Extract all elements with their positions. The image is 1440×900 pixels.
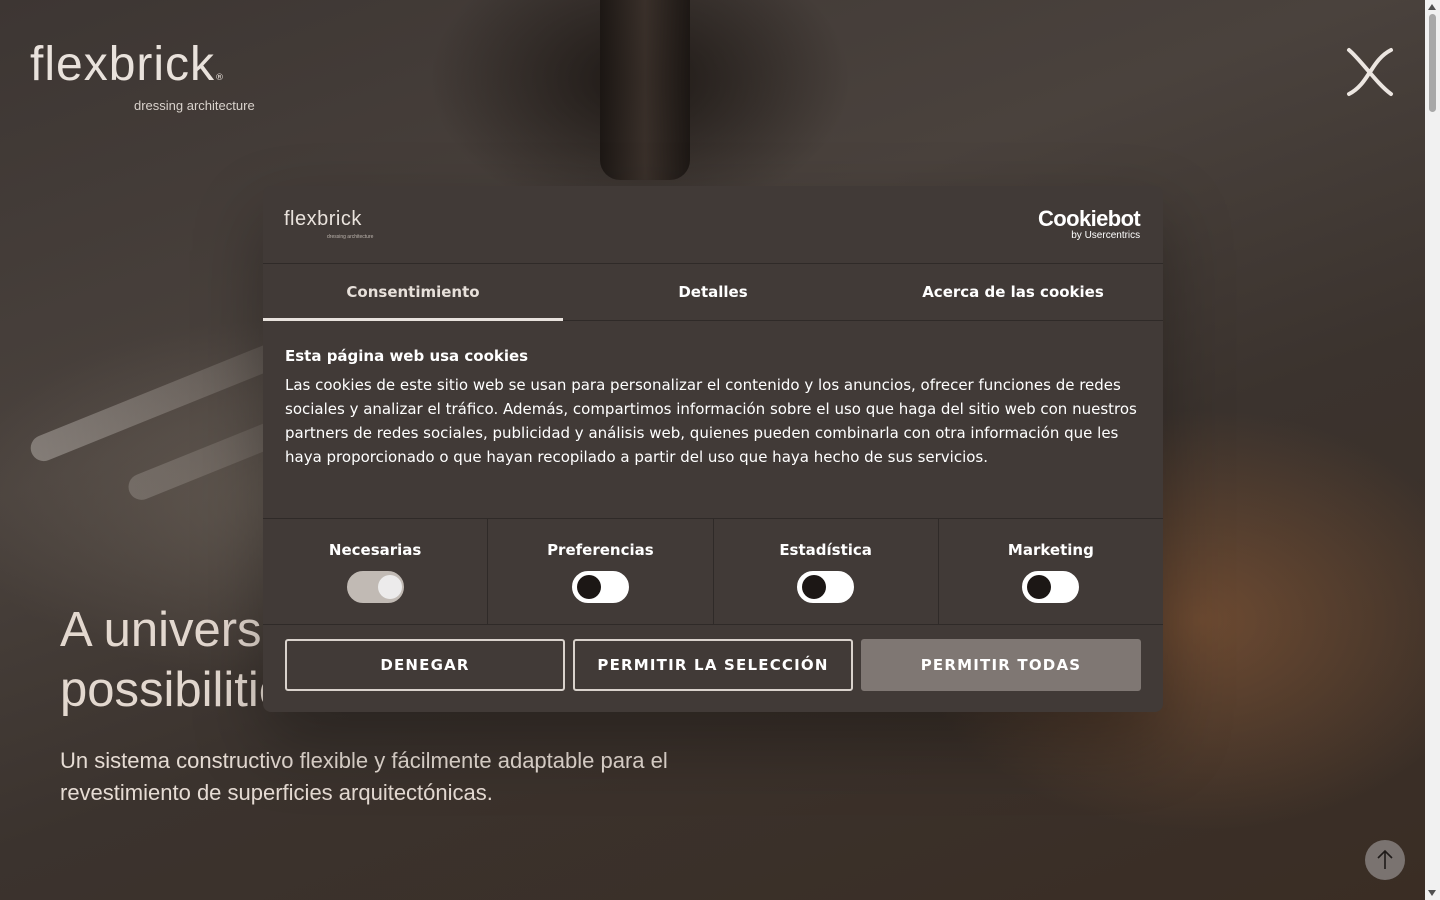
dialog-logo-tagline: dressing architecture bbox=[327, 234, 374, 240]
category-label: Necesarias bbox=[328, 541, 422, 559]
toggle-preferencias[interactable] bbox=[571, 571, 629, 603]
category-preferencias: Preferencias bbox=[488, 519, 714, 624]
allow-selection-button[interactable]: PERMITIR LA SELECCIÓN bbox=[573, 639, 853, 691]
deny-button[interactable]: DENEGAR bbox=[285, 639, 565, 691]
menu-button[interactable] bbox=[1343, 46, 1397, 98]
cookie-category-toggles: Necesarias Preferencias Estadística Mark… bbox=[263, 518, 1163, 625]
toggle-necesarias[interactable] bbox=[346, 571, 404, 603]
arrow-up-icon bbox=[1377, 849, 1393, 869]
dialog-tabs: Consentimiento Detalles Acerca de las co… bbox=[263, 264, 1163, 321]
scrollbar-thumb[interactable] bbox=[1429, 14, 1436, 112]
category-label: Preferencias bbox=[547, 541, 654, 559]
registered-mark: ® bbox=[215, 73, 225, 83]
consent-heading: Esta página web usa cookies bbox=[285, 347, 529, 365]
cookiebot-wordmark: Cookiebot bbox=[1038, 206, 1141, 231]
category-marketing: Marketing bbox=[939, 519, 1163, 624]
toggle-knob bbox=[1027, 575, 1052, 599]
site-logo-tagline: dressing architecture bbox=[134, 98, 255, 113]
toggle-knob bbox=[377, 575, 402, 599]
category-label: Marketing bbox=[1007, 541, 1094, 559]
hero-subtitle: Un sistema constructivo flexible y fácil… bbox=[60, 748, 668, 805]
cookie-consent-dialog: flexbrick dressing architecture Cookiebo… bbox=[263, 186, 1163, 712]
consent-buttons: DENEGAR PERMITIR LA SELECCIÓN PERMITIR T… bbox=[285, 639, 1141, 691]
scroll-to-top-button[interactable] bbox=[1365, 840, 1405, 880]
category-label: Estadística bbox=[779, 541, 872, 559]
site-logo[interactable]: flexbrick® dressing architecture bbox=[30, 38, 255, 114]
scrollbar-down-arrow-icon[interactable] bbox=[1428, 890, 1436, 896]
hero-photo-pencil bbox=[600, 0, 690, 180]
scrollbar-up-arrow-icon[interactable] bbox=[1428, 4, 1436, 10]
dialog-logo-wordmark: flexbrick bbox=[284, 208, 362, 230]
close-x-icon bbox=[1347, 48, 1393, 96]
toggle-knob bbox=[802, 575, 827, 599]
page-scrollbar[interactable] bbox=[1425, 0, 1440, 900]
tab-consentimiento[interactable]: Consentimiento bbox=[263, 264, 563, 321]
toggle-estadistica[interactable] bbox=[797, 571, 855, 603]
dialog-header: flexbrick dressing architecture Cookiebo… bbox=[263, 186, 1163, 264]
tab-detalles[interactable]: Detalles bbox=[563, 264, 863, 320]
cookiebot-logo[interactable]: Cookiebot by Usercentrics bbox=[1038, 206, 1141, 242]
cookiebot-byline: by Usercentrics bbox=[1071, 230, 1141, 241]
allow-all-button[interactable]: PERMITIR TODAS bbox=[861, 639, 1141, 691]
category-necesarias: Necesarias bbox=[263, 519, 489, 624]
dialog-site-logo: flexbrick dressing architecture bbox=[284, 208, 373, 240]
category-estadistica: Estadística bbox=[714, 519, 939, 624]
toggle-knob bbox=[576, 575, 601, 599]
site-logo-wordmark: flexbrick bbox=[30, 38, 216, 91]
tab-acerca-de-las-cookies[interactable]: Acerca de las cookies bbox=[863, 264, 1163, 320]
consent-body-text: Las cookies de este sitio web se usan pa… bbox=[285, 376, 1137, 466]
toggle-marketing[interactable] bbox=[1022, 571, 1080, 603]
consent-content: Esta página web usa cookies Las cookies … bbox=[285, 347, 1145, 469]
